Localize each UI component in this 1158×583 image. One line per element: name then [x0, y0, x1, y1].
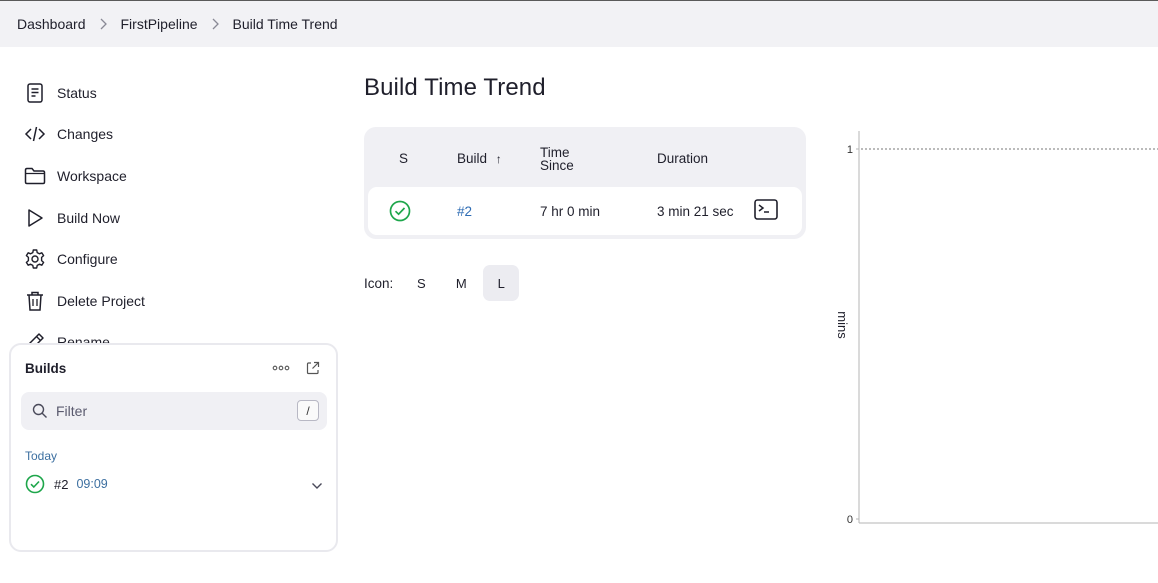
- page-title: Build Time Trend: [364, 74, 546, 101]
- task-changes[interactable]: Changes: [24, 119, 113, 149]
- play-icon: [24, 207, 46, 229]
- column-header-status[interactable]: S: [399, 152, 408, 166]
- task-label: Workspace: [57, 168, 127, 184]
- code-icon: [24, 123, 46, 145]
- builds-widget: Builds / Today #2 09:09: [9, 343, 338, 552]
- task-status[interactable]: Status: [24, 78, 97, 108]
- chevron-right-icon: [198, 18, 233, 30]
- y-tick-label: 1: [847, 144, 853, 156]
- chevron-right-icon: [86, 18, 121, 30]
- build-list-item[interactable]: #2 09:09: [25, 472, 325, 496]
- breadcrumb-dashboard[interactable]: Dashboard: [17, 16, 86, 32]
- task-delete-project[interactable]: Delete Project: [24, 286, 145, 316]
- task-workspace[interactable]: Workspace: [24, 161, 127, 191]
- gear-icon: [24, 248, 46, 270]
- task-label: Configure: [57, 251, 118, 267]
- breadcrumb-firstpipeline[interactable]: FirstPipeline: [121, 16, 198, 32]
- y-tick-label: 0: [847, 514, 853, 526]
- table-row: #2 7 hr 0 min 3 min 21 sec: [368, 187, 802, 235]
- task-build-now[interactable]: Build Now: [24, 203, 120, 233]
- icon-size-selector: Icon: S M L: [364, 265, 520, 301]
- build-filter[interactable]: /: [21, 392, 327, 430]
- icon-size-label: Icon:: [364, 275, 394, 291]
- task-label: Changes: [57, 126, 114, 142]
- build-link[interactable]: #2: [457, 204, 472, 219]
- breadcrumb-build-time-trend[interactable]: Build Time Trend: [233, 16, 338, 32]
- shortcut-hint: /: [297, 400, 319, 421]
- build-group-label: Today: [25, 449, 58, 463]
- sort-ascending-icon: ↑: [495, 152, 502, 166]
- task-label: Delete Project: [57, 293, 145, 309]
- icon-size-m[interactable]: M: [443, 265, 479, 301]
- chevron-down-icon[interactable]: [311, 477, 323, 493]
- build-time-chart-svg: 1 0 mins: [835, 131, 1158, 526]
- document-icon: [24, 82, 46, 104]
- time-since-value: 7 hr 0 min: [540, 204, 601, 219]
- icon-size-l[interactable]: L: [483, 265, 520, 301]
- header-line: Since: [540, 158, 574, 173]
- build-time-chart: 1 0 mins: [818, 125, 1158, 535]
- column-header-duration[interactable]: Duration: [657, 152, 708, 166]
- y-axis-label: mins: [835, 311, 850, 339]
- folder-icon: [24, 165, 46, 187]
- breadcrumb-bar: Dashboard FirstPipeline Build Time Trend: [0, 0, 1158, 47]
- build-table: S Build ↑ Time Since Duration #2 7 hr 0 …: [364, 127, 806, 239]
- more-options-icon[interactable]: [270, 357, 292, 379]
- success-icon: [389, 200, 411, 222]
- success-icon: [25, 474, 45, 494]
- filter-input[interactable]: [56, 403, 276, 419]
- task-label: Build Now: [57, 210, 121, 226]
- builds-title: Builds: [25, 361, 67, 376]
- column-header-build[interactable]: Build ↑: [457, 152, 502, 166]
- build-time: 09:09: [76, 477, 108, 491]
- duration-value: 3 min 21 sec: [657, 204, 734, 219]
- column-header-build-label: Build: [457, 151, 488, 166]
- task-configure[interactable]: Configure: [24, 244, 118, 274]
- column-header-time-since[interactable]: Time Since: [540, 146, 574, 173]
- build-number: #2: [54, 476, 69, 492]
- trash-icon: [24, 290, 46, 312]
- task-label: Status: [57, 85, 97, 101]
- expand-icon[interactable]: [302, 357, 324, 379]
- terminal-icon[interactable]: [754, 199, 778, 223]
- icon-size-s[interactable]: S: [403, 265, 439, 301]
- search-icon: [32, 403, 48, 419]
